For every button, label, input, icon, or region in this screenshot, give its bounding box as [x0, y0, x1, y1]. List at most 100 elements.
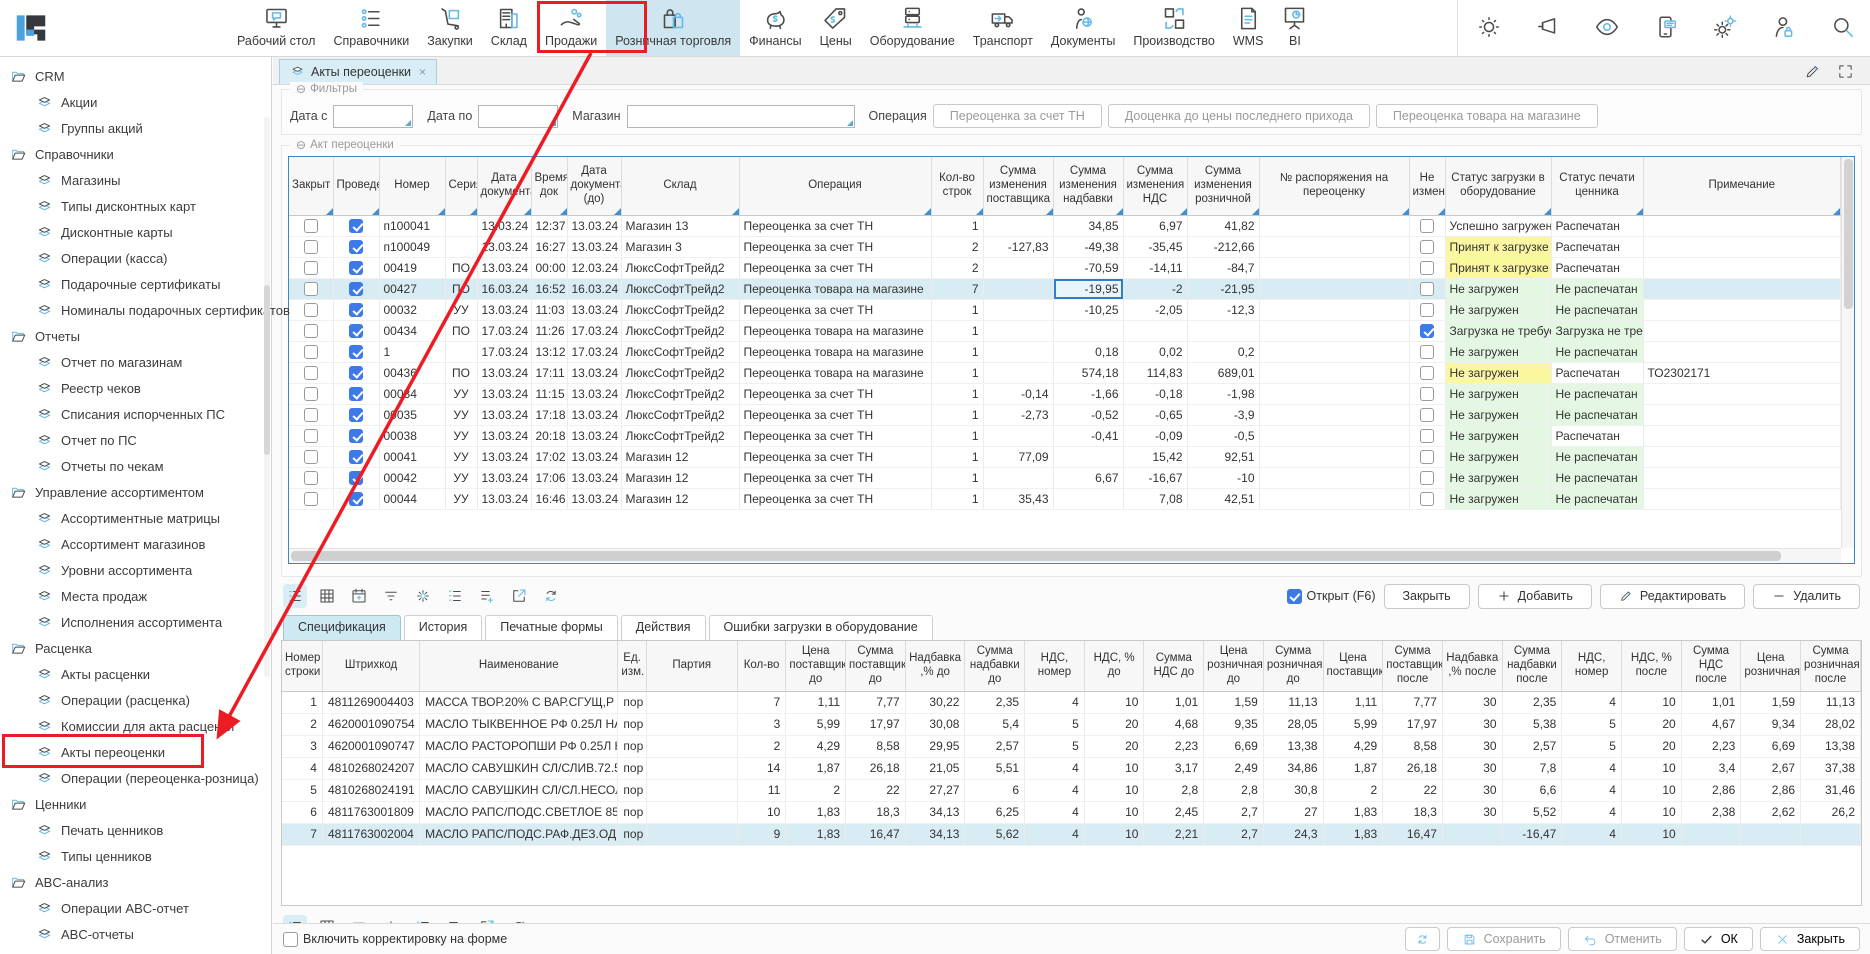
module-person-globe[interactable]: Документы	[1042, 0, 1124, 56]
no_change-checkbox[interactable]	[1420, 429, 1434, 443]
form-correction-checkbox[interactable]	[283, 932, 298, 947]
spec-row[interactable]: 14811269004403МАССА ТВОР.20% С ВАР.СГУЩ,…	[282, 691, 1861, 713]
table-row[interactable]: 00044УУ13.03.2416:4613.03.24Магазин 12Пе…	[289, 488, 1841, 509]
column-header[interactable]: Статус загрузки в оборудование	[1445, 157, 1551, 215]
column-header[interactable]: Сумма розничная после	[1801, 641, 1861, 691]
sidebar-item-leaf[interactable]: Дисконтные карты	[0, 219, 271, 245]
column-header[interactable]: Дата документа (до)	[567, 157, 621, 215]
table-row[interactable]: 00419ПО13.03.2400:0012.03.24ЛюксСофтТрей…	[289, 257, 1841, 278]
action-button[interactable]: Редактировать	[1600, 584, 1745, 609]
closed-checkbox[interactable]	[304, 387, 318, 401]
column-header[interactable]: Проведен	[333, 157, 379, 215]
posted-checkbox[interactable]	[349, 282, 363, 296]
table-row[interactable]: п10004913.03.2416:2713.03.24Магазин 3Пер…	[289, 236, 1841, 257]
column-header[interactable]: НДС, номер	[1562, 641, 1622, 691]
sidebar-item-folder[interactable]: Отчеты	[0, 323, 271, 349]
eye-icon[interactable]	[1594, 14, 1620, 40]
sidebar-item-leaf[interactable]: Типы ценников	[0, 843, 271, 869]
sidebar-item-leaf[interactable]: Операции ABC-отчет	[0, 895, 271, 921]
operation-filter-button[interactable]: Переоценка товара на магазине	[1376, 104, 1598, 128]
column-header[interactable]: Сумма надбавки после	[1502, 641, 1562, 691]
no_change-checkbox[interactable]	[1420, 492, 1434, 506]
column-header[interactable]: Сумма поставщика после	[1383, 641, 1443, 691]
column-header[interactable]: Цена поставщика до	[786, 641, 846, 691]
closed-checkbox[interactable]	[304, 282, 318, 296]
sidebar-item-folder[interactable]: Ценники	[0, 791, 271, 817]
sidebar-item-leaf[interactable]: ABC-отчеты	[0, 921, 271, 947]
sidebar-item-leaf[interactable]: Списания испорченных ПС	[0, 401, 271, 427]
column-header[interactable]: Сумма изменения розничной	[1187, 157, 1259, 215]
operation-filter-button[interactable]: Дооценка до цены последнего прихода	[1108, 104, 1370, 128]
action-button[interactable]: Удалить	[1753, 584, 1860, 609]
sidebar-item-leaf[interactable]: Акты переоценки	[0, 739, 271, 765]
table-row[interactable]: 00434ПО17.03.2411:2617.03.24ЛюксСофтТрей…	[289, 320, 1841, 341]
posted-checkbox[interactable]	[349, 387, 363, 401]
announcement-icon[interactable]	[1535, 14, 1561, 40]
table-row[interactable]: п10004113.03.2412:3713.03.24Магазин 13Пе…	[289, 215, 1841, 236]
footer-button[interactable]: Закрыть	[1760, 927, 1860, 951]
column-header[interactable]: Примечание	[1643, 157, 1841, 215]
table-row[interactable]: 00042УУ13.03.2417:0613.03.24Магазин 12Пе…	[289, 467, 1841, 488]
spec-row[interactable]: 24620001090754МАСЛО ТЫКВЕННОЕ РФ 0.25Л Н…	[282, 713, 1861, 735]
posted-checkbox[interactable]	[349, 345, 363, 359]
tab-close-icon[interactable]: ×	[419, 65, 426, 79]
column-header[interactable]: Склад	[621, 157, 739, 215]
sidebar-item-leaf[interactable]: Комиссии для акта расценки	[0, 713, 271, 739]
filter-input-date-from[interactable]	[333, 105, 413, 128]
no_change-checkbox[interactable]	[1420, 366, 1434, 380]
grid-icon[interactable]	[315, 584, 339, 608]
module-sales[interactable]: Продажи	[536, 0, 606, 56]
module-wms[interactable]: WMS	[1224, 0, 1273, 56]
add-list-icon[interactable]	[475, 584, 499, 608]
spec-row[interactable]: 54810268024191МАСЛО САВУШКИН СЛ/СЛ.НЕСОЛ…	[282, 779, 1861, 801]
filter-input-store[interactable]	[627, 105, 855, 128]
module-bi[interactable]: BI	[1272, 0, 1317, 56]
user-session-icon[interactable]	[1771, 14, 1797, 40]
column-header[interactable]: Кол-во	[737, 641, 786, 691]
module-server[interactable]: Оборудование	[861, 0, 964, 56]
search-icon[interactable]	[1830, 14, 1856, 40]
gear-icon[interactable]	[411, 584, 435, 608]
sidebar-item-folder[interactable]: Управление ассортиментом	[0, 479, 271, 505]
theme-icon[interactable]	[1476, 14, 1502, 40]
column-header[interactable]: Сумма надбавки до	[965, 641, 1025, 691]
sidebar-item-folder[interactable]: Справочники	[0, 141, 271, 167]
detail-tab[interactable]: Ошибки загрузки в оборудование	[709, 615, 933, 640]
table-row[interactable]: 00034УУ13.03.2411:1513.03.24ЛюксСофтТрей…	[289, 383, 1841, 404]
open-f6-checkbox[interactable]	[1287, 589, 1302, 604]
sidebar-item-folder[interactable]: CRM	[0, 63, 271, 89]
sidebar-item-leaf[interactable]: Операции (переоценка-розница)	[0, 765, 271, 791]
table-row[interactable]: 00041УУ13.03.2417:0213.03.24Магазин 12Пе…	[289, 446, 1841, 467]
module-trolley[interactable]: Закупки	[418, 0, 482, 56]
table-row[interactable]: 00427ПО16.03.2416:5216.03.24ЛюксСофтТрей…	[289, 278, 1841, 299]
sidebar-item-leaf[interactable]: Реестр чеков	[0, 375, 271, 401]
column-header[interactable]: Сумма изменения поставщика	[983, 157, 1053, 215]
closed-checkbox[interactable]	[304, 429, 318, 443]
filter-input-date-to[interactable]	[478, 105, 558, 128]
posted-checkbox[interactable]	[349, 303, 363, 317]
sidebar-item-leaf[interactable]: Группы акций	[0, 115, 271, 141]
sidebar-item-leaf[interactable]: Отчеты по чекам	[0, 453, 271, 479]
action-button[interactable]: Закрыть	[1384, 584, 1470, 609]
expand-icon[interactable]	[1837, 63, 1854, 80]
sidebar-item-leaf[interactable]: Исполнения ассортимента	[0, 609, 271, 635]
module-building[interactable]: Склад	[482, 0, 536, 56]
table-row[interactable]: 00038УУ13.03.2420:1813.03.24ЛюксСофтТрей…	[289, 425, 1841, 446]
column-header[interactable]: Сумма розничная до	[1263, 641, 1323, 691]
edit-icon[interactable]	[1804, 63, 1821, 80]
column-header[interactable]: Сумма НДС после	[1681, 641, 1741, 691]
no_change-checkbox[interactable]	[1420, 408, 1434, 422]
table-row[interactable]: 00032УУ13.03.2411:0313.03.24ЛюксСофтТрей…	[289, 299, 1841, 320]
module-production[interactable]: Производство	[1124, 0, 1224, 56]
column-header[interactable]: № распоряжения на переоценку	[1259, 157, 1409, 215]
closed-checkbox[interactable]	[304, 366, 318, 380]
spec-row[interactable]: 64811763001809МАСЛО РАПС/ПОДС.СВЕТЛОЕ 85…	[282, 801, 1861, 823]
column-header[interactable]: Надбавка ,% до	[905, 641, 965, 691]
device-messages-icon[interactable]	[1653, 14, 1679, 40]
sync-icon[interactable]	[539, 584, 563, 608]
posted-checkbox[interactable]	[349, 324, 363, 338]
table-row[interactable]: 00035УУ13.03.2417:1813.03.24ЛюксСофтТрей…	[289, 404, 1841, 425]
sidebar-item-leaf[interactable]: Операции (касса)	[0, 245, 271, 271]
footer-button[interactable]: Отменить	[1568, 927, 1677, 951]
column-header[interactable]: Дата документа	[477, 157, 531, 215]
